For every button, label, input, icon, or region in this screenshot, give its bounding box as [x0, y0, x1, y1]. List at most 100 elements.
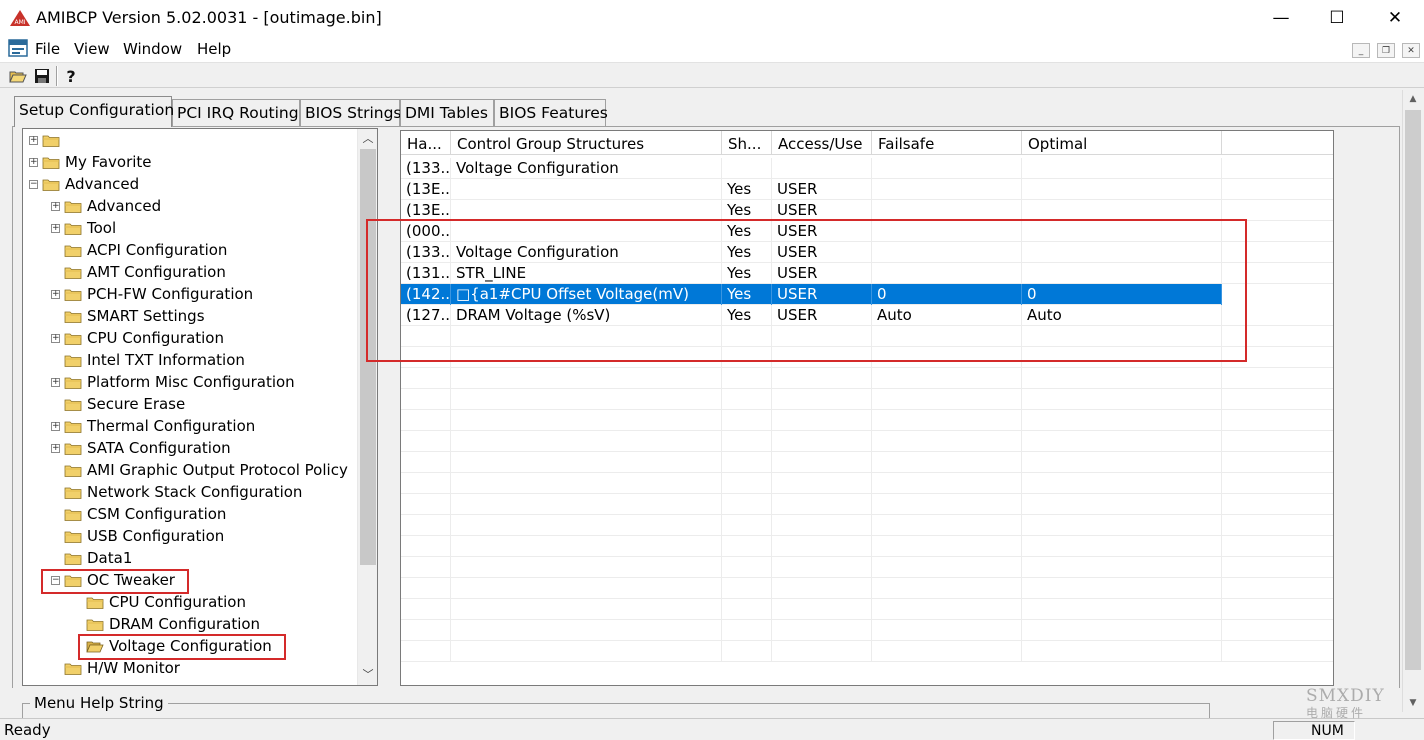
expand-icon[interactable]: +: [51, 289, 60, 299]
collapse-icon[interactable]: −: [29, 179, 38, 189]
expand-icon[interactable]: +: [29, 135, 38, 145]
tree-item[interactable]: + My Favorite: [29, 151, 152, 173]
tree-item[interactable]: DRAM Configuration: [73, 613, 260, 635]
expand-icon[interactable]: +: [29, 157, 38, 167]
tab-bios-features[interactable]: BIOS Features: [494, 99, 608, 126]
context-help-icon[interactable]: ?: [60, 65, 82, 87]
tree-item[interactable]: CPU Configuration: [73, 591, 246, 613]
tree-item[interactable]: + Platform Misc Configuration: [51, 371, 295, 393]
menu-view[interactable]: View: [74, 40, 110, 58]
tree-item[interactable]: + SATA Configuration: [51, 437, 231, 459]
tree-item[interactable]: + Tool: [51, 217, 116, 239]
table-cell: [772, 494, 872, 515]
table-cell: [872, 452, 1022, 473]
scroll-down-arrow-icon[interactable]: ▼: [1403, 694, 1423, 712]
table-cell: [722, 473, 772, 494]
collapse-icon[interactable]: −: [51, 575, 60, 585]
close-button[interactable]: ✕: [1366, 0, 1424, 36]
tree-item[interactable]: − Advanced: [29, 173, 139, 195]
mdi-close-button[interactable]: ✕: [1402, 43, 1420, 58]
folder-icon: [42, 135, 60, 147]
tree-item[interactable]: Network Stack Configuration: [51, 481, 302, 503]
column-header[interactable]: Failsafe: [872, 131, 1022, 155]
expand-icon[interactable]: +: [51, 443, 60, 453]
open-folder-icon[interactable]: [7, 65, 29, 87]
table-cell: [872, 620, 1022, 641]
table-row[interactable]: (142... □{a1#CPU Offset Voltage(mV) Yes USE…: [401, 284, 1222, 305]
tree-item[interactable]: + PCH-FW Configuration: [51, 283, 253, 305]
tab-setup-configuration[interactable]: Setup Configuration: [14, 96, 174, 127]
tree-item[interactable]: SMART Settings: [51, 305, 205, 327]
expand-icon[interactable]: +: [51, 333, 60, 343]
table-cell: [772, 515, 872, 536]
table-cell: [1022, 620, 1222, 641]
table-row[interactable]: (127... DRAM Voltage (%sV) Yes USER Auto Auto: [401, 305, 1333, 326]
tree-item[interactable]: Voltage Configuration: [73, 635, 272, 657]
tab-bios-strings[interactable]: BIOS Strings: [300, 99, 402, 126]
expand-icon[interactable]: +: [51, 201, 60, 211]
tab-dmi-tables[interactable]: DMI Tables: [400, 99, 494, 126]
table-row[interactable]: (131... STR_LINE Yes USER: [401, 263, 1333, 284]
tree-item[interactable]: + Advanced: [51, 195, 161, 217]
tree-item[interactable]: Intel TXT Information: [51, 349, 245, 371]
tree-item[interactable]: +: [29, 129, 65, 151]
tree-item[interactable]: + CPU Configuration: [51, 327, 224, 349]
scroll-up-arrow-icon[interactable]: ▲: [1403, 90, 1423, 108]
table-row[interactable]: (13E... Yes USER: [401, 179, 1333, 200]
table-row[interactable]: (133... Voltage Configuration: [401, 158, 1333, 179]
mdi-minimize-button[interactable]: _: [1352, 43, 1370, 58]
column-header[interactable]: Access/Use: [772, 131, 872, 155]
table-cell: [872, 578, 1022, 599]
table-row[interactable]: (13E... Yes USER: [401, 200, 1333, 221]
tree-scroll-up-arrow-icon[interactable]: ︿: [358, 129, 377, 147]
tree-item[interactable]: ACPI Configuration: [51, 239, 227, 261]
save-disk-icon[interactable]: [31, 65, 53, 87]
expand-icon[interactable]: +: [51, 377, 60, 387]
folder-icon: [64, 355, 82, 367]
column-header[interactable]: Control Group Structures: [451, 131, 722, 155]
tree-vertical-scrollbar[interactable]: ︿ ﹀: [357, 129, 377, 685]
folder-icon: [64, 421, 82, 433]
table-cell: [401, 389, 451, 410]
tree-scroll-down-arrow-icon[interactable]: ﹀: [358, 665, 377, 683]
setup-tree-view[interactable]: + + My Favorite − Advanced + Advanced + Tool ACPI…: [22, 128, 378, 686]
table-cell: [401, 368, 451, 389]
mdi-restore-button[interactable]: ❐: [1377, 43, 1395, 58]
tree-item[interactable]: − OC Tweaker: [51, 569, 175, 591]
table-row[interactable]: (000... Yes USER: [401, 221, 1333, 242]
tree-item[interactable]: + Thermal Configuration: [51, 415, 255, 437]
column-header[interactable]: Sh...: [722, 131, 772, 155]
tree-item[interactable]: AMT Configuration: [51, 261, 226, 283]
tree-item[interactable]: CSM Configuration: [51, 503, 226, 525]
control-grid[interactable]: Ha... Control Group Structures Sh... Access…: [400, 130, 1334, 686]
table-cell: [872, 599, 1022, 620]
column-header[interactable]: Ha...: [401, 131, 451, 155]
menu-help[interactable]: Help: [197, 40, 231, 58]
table-cell: [1022, 494, 1222, 515]
menu-window[interactable]: Window: [123, 40, 182, 58]
maximize-button[interactable]: ☐: [1308, 0, 1366, 36]
table-cell: [722, 326, 772, 347]
table-cell: [451, 557, 722, 578]
tree-item[interactable]: Data1: [51, 547, 132, 569]
menu-file[interactable]: File: [35, 40, 60, 58]
column-header[interactable]: Optimal: [1022, 131, 1222, 155]
expand-icon[interactable]: +: [51, 223, 60, 233]
folder-icon: [64, 509, 82, 521]
tree-item[interactable]: H/W Monitor: [51, 657, 180, 679]
table-cell: [722, 158, 772, 179]
scroll-thumb[interactable]: [1405, 110, 1421, 670]
minimize-button[interactable]: —: [1252, 0, 1310, 36]
table-cell: [1022, 221, 1222, 242]
tree-item[interactable]: Secure Erase: [51, 393, 185, 415]
main-vertical-scrollbar[interactable]: ▲ ▼: [1402, 90, 1422, 712]
table-cell: [772, 620, 872, 641]
tab-pci-irq-routing[interactable]: PCI IRQ Routing: [172, 99, 300, 126]
expand-icon[interactable]: +: [51, 421, 60, 431]
tree-item[interactable]: USB Configuration: [51, 525, 224, 547]
table-row[interactable]: (133... Voltage Configuration Yes USER: [401, 242, 1333, 263]
empty-table-row: [401, 473, 1333, 494]
tree-scroll-thumb[interactable]: [360, 149, 376, 565]
table-cell: Yes: [722, 242, 772, 263]
tree-item[interactable]: AMI Graphic Output Protocol Policy: [51, 459, 348, 481]
